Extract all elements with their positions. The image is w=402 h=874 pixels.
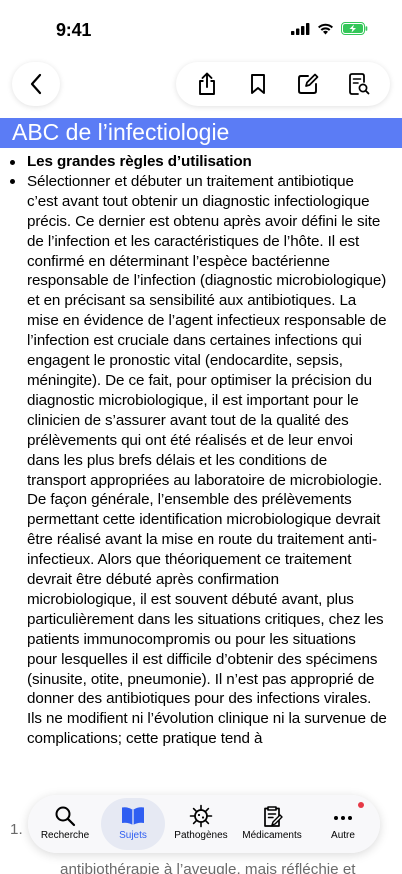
bullet-list: Les grandes règles d’utilisation Sélecti…	[0, 152, 402, 749]
tab-label: Recherche	[40, 830, 90, 841]
numbered-item-text: antibiothérapie à l’aveugle, mais réfléc…	[60, 861, 356, 874]
document-search-button[interactable]	[339, 64, 379, 104]
search-icon	[55, 806, 76, 827]
book-open-icon	[122, 807, 144, 825]
tab-recherche[interactable]: Recherche	[30, 798, 100, 850]
document-search-icon	[348, 73, 370, 95]
tab-autre[interactable]: Autre	[308, 798, 378, 850]
tab-label: Pathogènes	[174, 830, 228, 841]
virus-icon	[189, 804, 213, 828]
list-item: Les grandes règles d’utilisation	[0, 152, 402, 172]
list-item: Sélectionner et débuter un traitement an…	[0, 172, 402, 749]
status-bar: 9:41	[0, 0, 402, 56]
battery-charging-icon	[341, 22, 368, 35]
edit-icon	[298, 73, 319, 94]
edit-button[interactable]	[288, 64, 328, 104]
tab-label: Sujets	[119, 830, 147, 841]
wifi-icon	[318, 23, 333, 34]
numbered-item-label: 1.	[10, 821, 23, 838]
cellular-signal-icon	[291, 22, 310, 35]
tab-medicaments[interactable]: Médicaments	[237, 798, 307, 850]
status-icons	[291, 22, 368, 35]
status-time: 9:41	[56, 20, 92, 40]
share-button[interactable]	[187, 64, 227, 104]
more-icon	[334, 816, 352, 820]
tab-label: Autre	[331, 830, 355, 841]
notification-badge	[358, 802, 364, 808]
page-title: ABC de l’infectiologie	[12, 119, 230, 145]
article-toolbar	[176, 62, 390, 106]
tab-sujets[interactable]: Sujets	[101, 798, 165, 850]
article-paragraph: Sélectionner et débuter un traitement an…	[27, 172, 387, 748]
tab-label: Médicaments	[242, 830, 302, 841]
bookmark-icon	[250, 74, 265, 94]
chevron-left-icon	[30, 73, 42, 95]
back-button[interactable]	[12, 62, 60, 106]
share-icon	[199, 72, 216, 95]
title-banner: ABC de l’infectiologie	[0, 118, 402, 148]
bottom-tab-bar: Recherche Sujets Pathogènes Médicaments	[28, 795, 380, 853]
bookmark-button[interactable]	[238, 64, 278, 104]
article-content: Les grandes règles d’utilisation Sélecti…	[0, 152, 402, 749]
section-heading: Les grandes règles d’utilisation	[27, 153, 252, 170]
tab-pathogenes[interactable]: Pathogènes	[166, 798, 236, 850]
prescription-icon	[264, 806, 283, 827]
